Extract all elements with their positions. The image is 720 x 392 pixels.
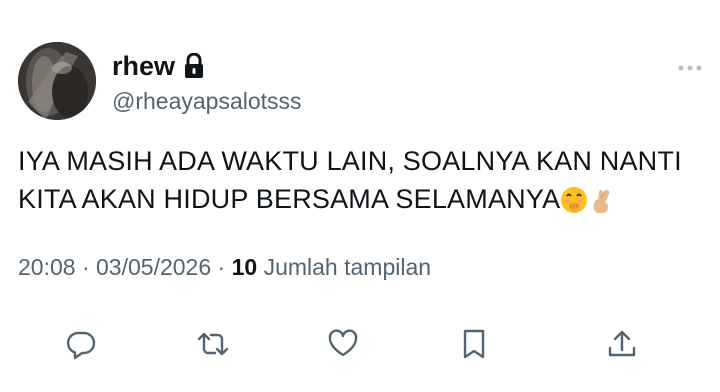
- share-icon: [608, 330, 636, 357]
- reply-button[interactable]: [61, 322, 101, 366]
- tweet-time[interactable]: 20:08: [18, 254, 76, 280]
- avatar-photo-icon: [18, 42, 96, 120]
- heart-icon: [328, 329, 358, 357]
- views-label: Jumlah tampilan: [263, 254, 432, 280]
- lock-icon: [183, 52, 205, 79]
- display-name-text: rhew: [112, 51, 176, 81]
- avatar[interactable]: [18, 42, 96, 120]
- display-name[interactable]: rhew: [112, 50, 205, 82]
- retweet-button[interactable]: [193, 322, 233, 366]
- reply-icon: [66, 331, 96, 360]
- meta-separator: ·: [211, 254, 232, 280]
- face-with-hand-over-mouth-icon: [560, 186, 588, 214]
- crossed-fingers-icon: [588, 186, 616, 214]
- tweet-text-line-2: KITA AKAN HIDUP BERSAMA SELAMANYA: [18, 180, 698, 218]
- bookmark-button[interactable]: [454, 322, 494, 366]
- tweet-text: IYA MASIH ADA WAKTU LAIN, SOALNYA KAN NA…: [18, 142, 698, 218]
- retweet-icon: [197, 332, 229, 356]
- tweet-date[interactable]: 03/05/2026: [96, 254, 211, 280]
- tweet-text-line-1: IYA MASIH ADA WAKTU LAIN, SOALNYA KAN NA…: [18, 146, 682, 176]
- tweet-text-line-2-text: KITA AKAN HIDUP BERSAMA SELAMANYA: [18, 184, 561, 214]
- meta-separator: ·: [75, 254, 97, 280]
- user-handle[interactable]: @rheayapsalotsss: [112, 86, 302, 116]
- share-button[interactable]: [602, 322, 642, 366]
- views-count: 10: [231, 254, 258, 280]
- more-options-icon[interactable]: [676, 58, 704, 78]
- action-bar: [0, 322, 720, 366]
- bookmark-icon: [463, 329, 485, 359]
- tweet-meta: 20:08 · 03/05/2026 · 10 Jumlah tampilan: [18, 252, 431, 282]
- tweet-card: rhew @rheayapsalotsss IYA MASIH ADA WAKT…: [0, 0, 720, 392]
- like-button[interactable]: [323, 322, 363, 366]
